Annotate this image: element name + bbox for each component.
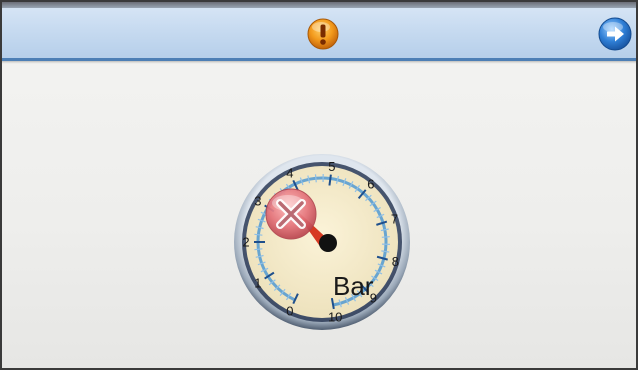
pressure-gauge[interactable]: 0 1 2 3 4 5 6 7 8 9 10 Bar [233, 153, 411, 331]
gauge-tick-label: 8 [392, 254, 399, 269]
gauge-tick-label: 4 [286, 166, 293, 181]
gauge-tick-label: 10 [328, 309, 342, 324]
gauge-tick-label: 2 [242, 235, 249, 250]
gauge-tick-label: 7 [391, 212, 398, 227]
close-icon[interactable] [265, 188, 317, 240]
gauge-tick-label: 0 [286, 303, 293, 318]
exclamation-icon[interactable] [307, 18, 339, 50]
gauge-unit-label: Bar [333, 271, 374, 301]
gauge-tick-label: 3 [254, 194, 261, 209]
gauge-major-tick [328, 174, 332, 186]
gauge-tick-label: 5 [328, 159, 335, 174]
gauge-tick-label: 6 [367, 176, 374, 191]
screen: 0 1 2 3 4 5 6 7 8 9 10 Bar [0, 0, 638, 370]
top-toolbar [0, 0, 638, 61]
gauge-minor-tick [381, 236, 390, 238]
gauge-minor-tick [314, 174, 317, 183]
right-arrow-icon[interactable] [598, 17, 632, 51]
gauge-tick-label: 1 [254, 275, 261, 290]
